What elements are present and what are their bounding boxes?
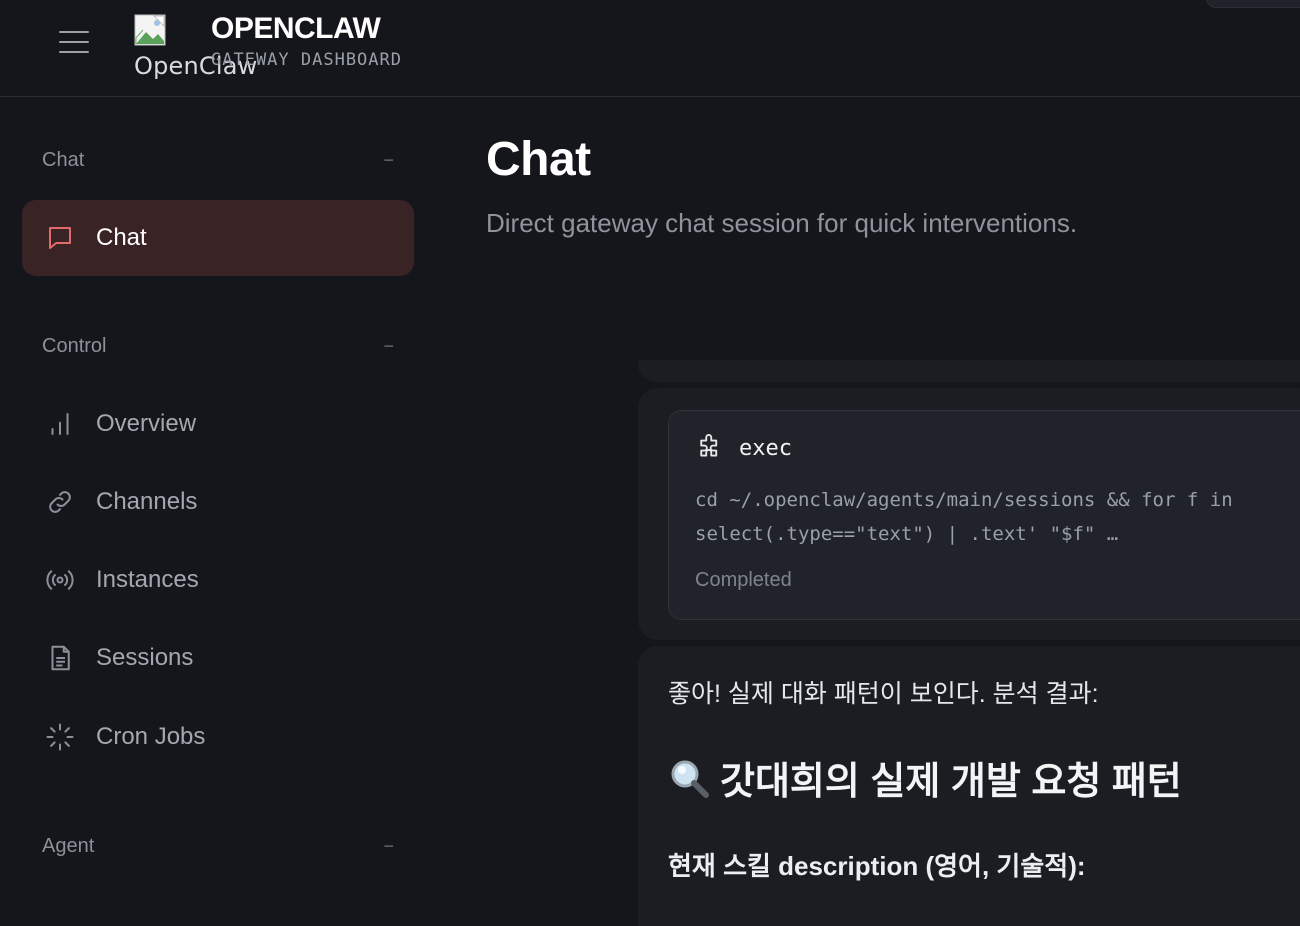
sidebar-item-label: Chat bbox=[96, 224, 147, 251]
radio-icon bbox=[44, 564, 76, 596]
message-square-icon bbox=[44, 222, 76, 254]
nav-group-label: Agent bbox=[42, 834, 95, 857]
main-content: Chat Direct gateway chat session for qui… bbox=[436, 98, 1300, 926]
sidebar-item-label: Instances bbox=[96, 566, 199, 593]
tool-message-card: exec cd ~/.openclaw/agents/main/sessions… bbox=[638, 388, 1300, 640]
bar-chart-icon bbox=[44, 408, 76, 440]
nav-group-agent[interactable]: Agent − bbox=[42, 832, 394, 860]
tool-command-line: cd ~/.openclaw/agents/main/sessions && f… bbox=[695, 489, 1233, 511]
tool-call-card[interactable]: exec cd ~/.openclaw/agents/main/sessions… bbox=[668, 410, 1300, 620]
nav-group-label: Chat bbox=[42, 148, 85, 171]
sidebar-item-sessions[interactable]: Sessions bbox=[22, 620, 414, 696]
top-bar: OpenClaw OPENCLAW GATEWAY DASHBOARD bbox=[0, 0, 1300, 97]
page-subtitle: Direct gateway chat session for quick in… bbox=[486, 208, 1078, 238]
tool-command: cd ~/.openclaw/agents/main/sessions && f… bbox=[695, 483, 1300, 551]
top-right-control[interactable] bbox=[1206, 0, 1300, 8]
magnifier-icon bbox=[671, 760, 709, 798]
sidebar-item-channels[interactable]: Channels bbox=[22, 464, 414, 540]
tool-status: Completed bbox=[695, 569, 792, 591]
collapse-icon[interactable]: − bbox=[383, 336, 394, 357]
sidebar-item-overview[interactable]: Overview bbox=[22, 386, 414, 462]
assistant-message-card: 좋아! 실제 대화 패턴이 보인다. 분석 결과: 갓대희의 실제 개발 요청 … bbox=[638, 646, 1300, 926]
loader-icon bbox=[44, 721, 76, 753]
hamburger-line bbox=[59, 51, 89, 53]
hamburger-line bbox=[59, 31, 89, 33]
nav-group-control[interactable]: Control − bbox=[42, 332, 394, 360]
reply-heading: 갓대희의 실제 개발 요청 패턴 bbox=[668, 750, 1182, 805]
sidebar-item-cron-jobs[interactable]: Cron Jobs bbox=[22, 699, 414, 775]
reply-heading-text: 갓대희의 실제 개발 요청 패턴 bbox=[720, 761, 1182, 803]
sidebar: Chat − Chat Control − Overview Channels bbox=[0, 98, 436, 902]
nav-group-label: Control bbox=[42, 334, 107, 357]
sidebar-item-label: Overview bbox=[96, 410, 197, 437]
reply-intro-text: 좋아! 실제 대화 패턴이 보인다. 분석 결과: bbox=[668, 680, 1099, 708]
sidebar-item-chat[interactable]: Chat bbox=[22, 200, 414, 276]
broken-image-icon bbox=[134, 14, 166, 46]
tool-name: exec bbox=[739, 435, 792, 461]
collapse-icon[interactable]: − bbox=[383, 836, 394, 857]
brand-subtitle: GATEWAY DASHBOARD bbox=[211, 50, 402, 70]
reply-subheading: 현재 스킬 description (영어, 기술적): bbox=[668, 851, 1086, 881]
sidebar-item-label: Channels bbox=[96, 488, 198, 515]
menu-toggle-button[interactable] bbox=[52, 22, 96, 62]
file-text-icon bbox=[44, 642, 76, 674]
previous-message-card bbox=[638, 360, 1300, 382]
brand-title: OPENCLAW bbox=[211, 12, 381, 45]
link-icon bbox=[44, 486, 76, 518]
collapse-icon[interactable]: − bbox=[383, 150, 394, 171]
tool-call-header: exec bbox=[695, 433, 792, 463]
sidebar-item-label: Sessions bbox=[96, 644, 194, 671]
sidebar-item-label: Cron Jobs bbox=[96, 723, 206, 750]
nav-group-chat[interactable]: Chat − bbox=[42, 146, 394, 174]
sidebar-item-instances[interactable]: Instances bbox=[22, 542, 414, 618]
page-title: Chat bbox=[486, 133, 591, 186]
puzzle-icon bbox=[700, 433, 718, 457]
tool-command-line: select(.type=="text") | .text' "$f" … bbox=[695, 523, 1119, 545]
hamburger-line bbox=[59, 41, 89, 43]
